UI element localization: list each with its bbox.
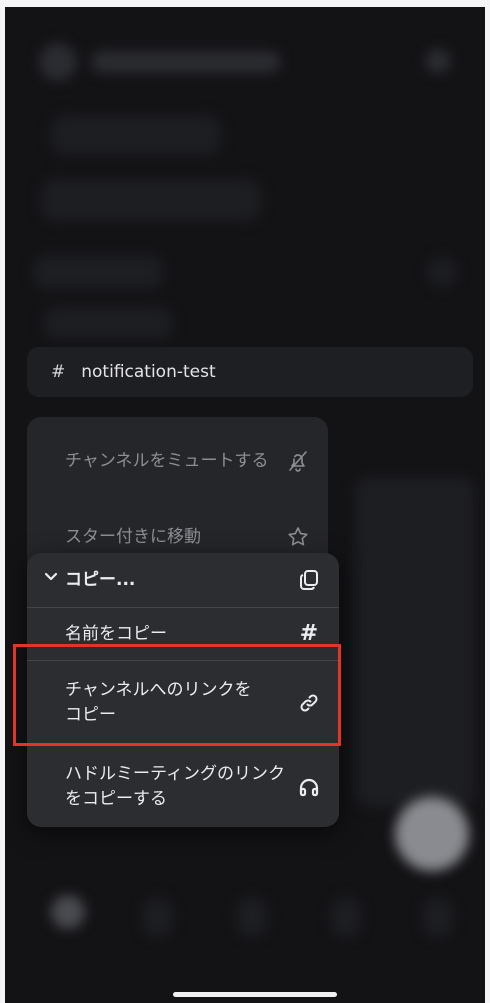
copy-submenu-header[interactable]: コピー... (27, 553, 339, 607)
move-to-starred-label: スター付きに移動 (65, 527, 201, 547)
nav-row-blur (51, 115, 221, 155)
hash-icon: # (299, 621, 319, 646)
tab-blur (237, 897, 267, 937)
app-screen: # notification-test チャンネルをミュートする スター付きに移… (5, 7, 485, 1003)
copy-submenu-title: コピー... (65, 569, 136, 590)
tab-blur (331, 897, 361, 937)
headphones-icon (297, 775, 321, 799)
copy-name-label: 名前をコピー (65, 623, 167, 644)
mute-channel-item[interactable]: チャンネルをミュートする (27, 430, 328, 492)
highlight-box (13, 644, 341, 746)
workspace-avatar (39, 43, 77, 81)
chevron-down-icon (43, 567, 59, 583)
home-indicator[interactable] (173, 992, 337, 997)
copy-icon (297, 568, 321, 592)
nav-row-blur (41, 179, 261, 221)
channel-row[interactable]: # notification-test (27, 347, 473, 397)
tab-blur (423, 897, 453, 937)
channel-name: notification-test (81, 362, 216, 382)
list-blur (355, 477, 475, 807)
workspace-name-blur (91, 51, 281, 73)
bell-slash-icon (286, 449, 310, 473)
section-header-blur (33, 255, 163, 289)
star-outline-icon (286, 525, 310, 549)
section-action-blur (427, 257, 457, 287)
compose-fab (395, 797, 469, 871)
header-icon-blur (425, 49, 451, 73)
copy-huddle-link-label: ハドルミーティングのリンクをコピーする (65, 763, 285, 809)
tab-blur (143, 897, 173, 937)
mute-channel-label: チャンネルをミュートする (65, 451, 269, 471)
channel-row-blur (43, 307, 173, 339)
copy-huddle-link-item[interactable]: ハドルミーティングのリンクをコピーする (27, 746, 339, 827)
tab-home-blur (51, 895, 85, 929)
channel-hash-icon: # (51, 362, 66, 382)
